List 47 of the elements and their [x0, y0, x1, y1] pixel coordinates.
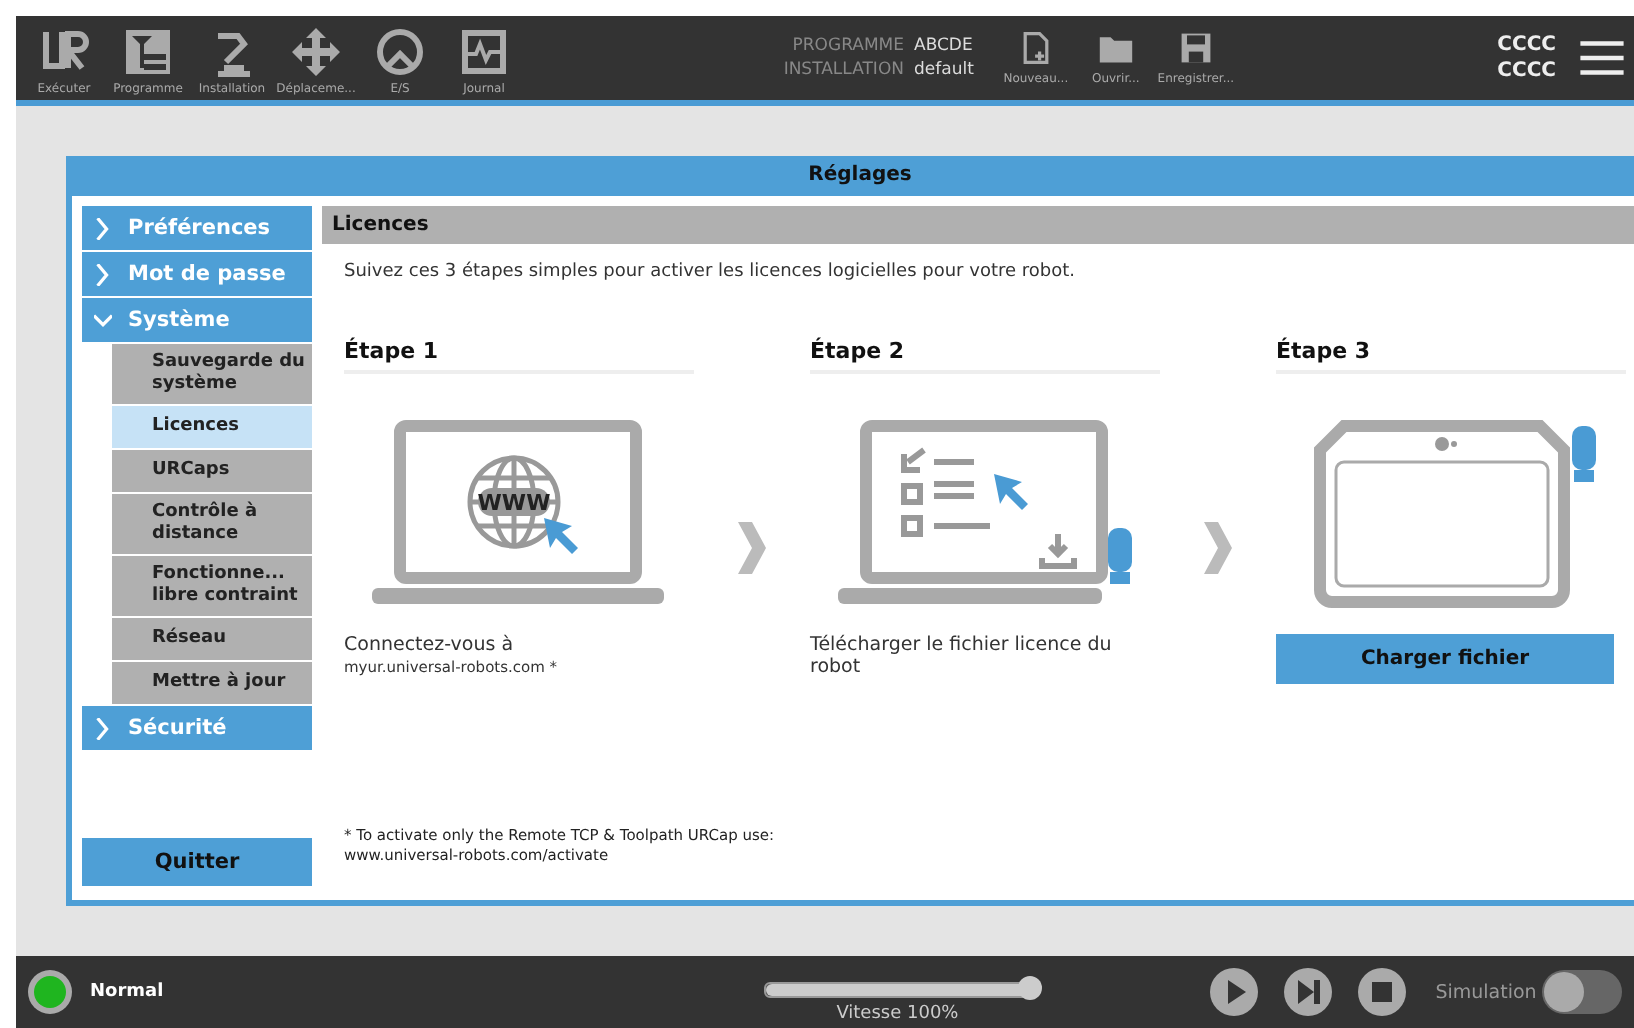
gauge-icon: [374, 25, 426, 77]
step-button[interactable]: [1283, 968, 1332, 1016]
sidebar-item[interactable]: URCaps: [112, 450, 312, 492]
sidebar-item[interactable]: Contrôle à distance: [112, 494, 312, 554]
chevron-right-icon: [94, 217, 112, 239]
chevron-right-icon: [1204, 522, 1232, 574]
chart-icon: [458, 25, 510, 77]
play-button[interactable]: [1209, 968, 1258, 1016]
www-label: WWW: [477, 490, 551, 516]
step-title: Étape 2: [810, 338, 1160, 374]
program-label: PROGRAMME: [790, 36, 904, 56]
installation-name: default: [914, 60, 974, 80]
instructions-text: Suivez ces 3 étapes simples pour activer les licences logicielles pour votre robot.: [344, 262, 1077, 282]
installation-label: INSTALLATION: [781, 60, 904, 80]
chevron-down-icon: [94, 309, 112, 331]
dialog-title: Réglages: [806, 162, 914, 190]
sidebar-item[interactable]: Réseau: [112, 618, 312, 660]
robot-status: Normal: [90, 982, 164, 1002]
sidebar-category[interactable]: Mot de passe: [82, 252, 312, 296]
chevron-right-icon: [94, 263, 112, 285]
quit-button[interactable]: Quitter: [82, 838, 312, 886]
menu-icon[interactable]: [1580, 40, 1624, 76]
sidebar-item[interactable]: Sauvegarde du système: [112, 344, 312, 404]
sidebar-category[interactable]: Préférences: [82, 206, 312, 250]
step-description: Connectez-vous à: [344, 634, 516, 656]
chevron-right-icon: [94, 717, 112, 739]
sidebar-item[interactable]: Licences: [112, 406, 312, 448]
program-tree-icon: [122, 25, 174, 77]
stop-button[interactable]: [1357, 968, 1406, 1016]
step-description: Télécharger le fichier licence du robot: [810, 634, 1114, 678]
chevron-right-icon: [738, 522, 766, 574]
simulation-label: Simulation: [1435, 981, 1537, 1003]
sidebar-item[interactable]: Fonctionne... libre contraint: [112, 556, 312, 616]
simulation-toggle[interactable]: [1542, 970, 1623, 1014]
load-file-button[interactable]: Charger fichier: [1276, 634, 1614, 684]
status-indicator: [28, 970, 72, 1014]
status-code: CCCC: [1497, 58, 1556, 84]
sidebar-item[interactable]: Mettre à jour: [112, 662, 312, 704]
speed-reading: Vitesse 100%: [836, 1004, 959, 1024]
panel-title: Licences: [322, 206, 1634, 244]
program-name: ABCDE: [914, 36, 973, 56]
sidebar-category[interactable]: Système: [82, 298, 312, 342]
sidebar-category[interactable]: Sécurité: [82, 706, 312, 750]
move-arrows-icon: [290, 25, 342, 77]
step-title: Étape 3: [1276, 338, 1626, 374]
step-title: Étape 1: [344, 338, 694, 374]
status-code: CCCC: [1497, 32, 1556, 58]
